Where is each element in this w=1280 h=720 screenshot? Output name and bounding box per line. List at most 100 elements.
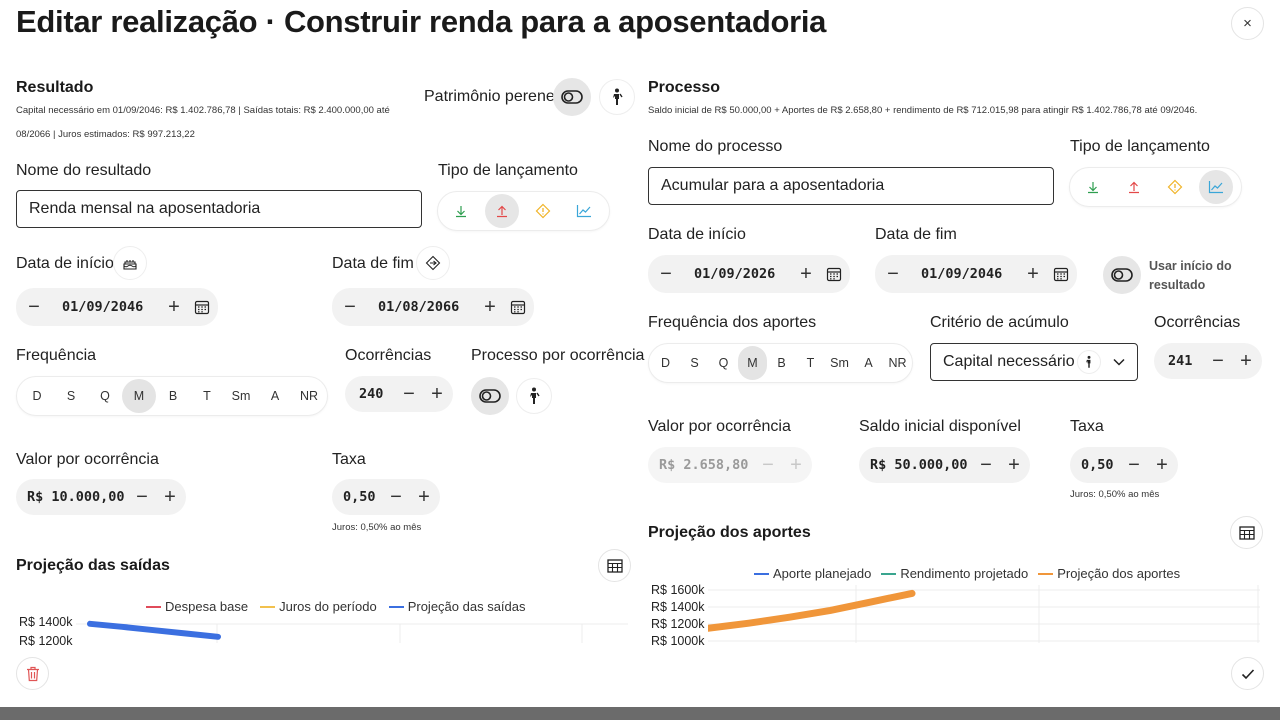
result-name-label: Nome do resultado — [16, 162, 152, 179]
calendar-button[interactable] — [192, 297, 212, 317]
frequency-option[interactable]: Sm — [224, 379, 258, 413]
type-option-investment[interactable] — [1199, 170, 1233, 204]
result-rate-label: Taxa — [332, 451, 366, 468]
frequency-option[interactable]: A — [854, 346, 883, 380]
result-type-selector[interactable] — [437, 191, 610, 231]
frequency-option[interactable]: D — [20, 379, 54, 413]
process-walker-button[interactable] — [516, 378, 552, 414]
legend-swatch — [388, 605, 404, 608]
decrement-button[interactable]: − — [397, 382, 421, 406]
birthday-button[interactable] — [113, 246, 147, 280]
increment-button: + — [790, 454, 802, 476]
result-name-input[interactable]: Renda mensal na aposentadoria — [16, 190, 422, 228]
delete-button[interactable] — [16, 657, 49, 690]
result-walker-button[interactable] — [599, 79, 635, 115]
frequency-option[interactable]: T — [190, 379, 224, 413]
arrow-down-icon — [456, 206, 466, 218]
frequency-option[interactable]: NR — [292, 379, 326, 413]
decrement-button[interactable]: − — [130, 485, 154, 509]
increment-button[interactable]: + — [158, 485, 182, 509]
y-tick-label: R$ 1400k — [19, 615, 73, 629]
frequency-option[interactable]: B — [767, 346, 796, 380]
frequency-option[interactable]: M — [738, 346, 767, 380]
type-option-alert[interactable] — [526, 194, 560, 228]
frequency-option[interactable]: NR — [883, 346, 912, 380]
diamond-alert-icon — [535, 203, 551, 219]
type-option-alert[interactable] — [1158, 170, 1192, 204]
frequency-option[interactable]: Q — [709, 346, 738, 380]
increment-button[interactable]: + — [478, 295, 502, 319]
close-button[interactable]: × — [1231, 7, 1264, 40]
process-frequency-selector[interactable]: D S Q M B T Sm A NR — [648, 343, 913, 383]
frequency-option[interactable]: Q — [88, 379, 122, 413]
type-option-income[interactable] — [444, 194, 478, 228]
decrement-button[interactable]: − — [1206, 349, 1230, 373]
decrement-button: − — [762, 454, 774, 476]
process-end-date-field[interactable]: − 01/09/2046 + — [875, 255, 1077, 293]
projection-line — [708, 589, 916, 632]
frequency-option[interactable]: M — [122, 379, 156, 413]
decrement-button[interactable]: − — [1122, 453, 1146, 477]
calendar-button[interactable] — [1051, 264, 1071, 284]
frequency-option[interactable]: Sm — [825, 346, 854, 380]
use-result-start-toggle[interactable] — [1103, 256, 1141, 294]
result-end-date-field[interactable]: − 01/08/2066 + — [332, 288, 534, 326]
result-occurrences-value: 240 — [359, 386, 384, 402]
process-chart-plot — [708, 585, 1260, 643]
legend-label: Juros do período — [279, 599, 377, 614]
process-start-date-value: 01/09/2026 — [694, 266, 776, 282]
criteria-select[interactable]: Capital necessário — [930, 343, 1138, 381]
process-end-date-value: 01/09/2046 — [921, 266, 1003, 282]
result-rate-field[interactable]: 0,50 − + — [332, 479, 440, 515]
perennial-toggle[interactable] — [553, 78, 591, 116]
decrement-button[interactable]: − — [881, 262, 905, 286]
frequency-option[interactable]: S — [680, 346, 709, 380]
type-option-investment[interactable] — [567, 194, 601, 228]
decrement-button[interactable]: − — [974, 453, 998, 477]
type-option-expense[interactable] — [1117, 170, 1151, 204]
result-occurrences-field[interactable]: 240 − + — [345, 376, 453, 412]
process-rate-field[interactable]: 0,50 − + — [1070, 447, 1178, 483]
increment-button[interactable]: + — [1234, 349, 1258, 373]
increment-button[interactable]: + — [162, 295, 186, 319]
frequency-option[interactable]: B — [156, 379, 190, 413]
process-per-occurrence-label: Processo por ocorrência — [471, 347, 645, 364]
process-table-view-button[interactable] — [1230, 516, 1263, 549]
decrement-button[interactable]: − — [384, 485, 408, 509]
initial-balance-value: R$ 50.000,00 — [870, 457, 968, 473]
type-option-income[interactable] — [1076, 170, 1110, 204]
result-chart-plot — [76, 620, 628, 643]
increment-button[interactable]: + — [794, 262, 818, 286]
legend-label: Projeção dos aportes — [1057, 566, 1181, 581]
increment-button[interactable]: + — [425, 382, 449, 406]
process-name-input[interactable]: Acumular para a aposentadoria — [648, 167, 1054, 205]
decrement-button[interactable]: − — [654, 262, 678, 286]
end-milestone-button[interactable] — [416, 246, 450, 280]
process-occurrences-field[interactable]: 241 − + — [1154, 343, 1262, 379]
frequency-option[interactable]: T — [796, 346, 825, 380]
frequency-option[interactable]: S — [54, 379, 88, 413]
confirm-button[interactable] — [1231, 657, 1264, 690]
increment-button[interactable]: + — [412, 485, 436, 509]
type-option-expense[interactable] — [485, 194, 519, 228]
process-type-selector[interactable] — [1069, 167, 1242, 207]
legend-swatch — [754, 572, 769, 575]
initial-balance-field[interactable]: R$ 50.000,00 − + — [859, 447, 1030, 483]
calendar-button[interactable] — [508, 297, 528, 317]
process-per-occurrence-toggle[interactable] — [471, 377, 509, 415]
process-start-date-field[interactable]: − 01/09/2026 + — [648, 255, 850, 293]
decrement-button[interactable]: − — [22, 295, 46, 319]
result-table-view-button[interactable] — [598, 549, 631, 582]
result-value-field[interactable]: R$ 10.000,00 − + — [16, 479, 186, 515]
legend-item: Rendimento projetado — [881, 566, 1028, 581]
increment-button[interactable]: + — [1002, 453, 1026, 477]
frequency-option[interactable]: A — [258, 379, 292, 413]
result-frequency-selector[interactable]: D S Q M B T Sm A NR — [16, 376, 328, 416]
result-start-date-field[interactable]: − 01/09/2046 + — [16, 288, 218, 326]
increment-button[interactable]: + — [1021, 262, 1045, 286]
frequency-option[interactable]: D — [651, 346, 680, 380]
calendar-button[interactable] — [824, 264, 844, 284]
process-chart-legend: Aporte planejado Rendimento projetado Pr… — [754, 566, 1180, 581]
increment-button[interactable]: + — [1150, 453, 1174, 477]
decrement-button[interactable]: − — [338, 295, 362, 319]
